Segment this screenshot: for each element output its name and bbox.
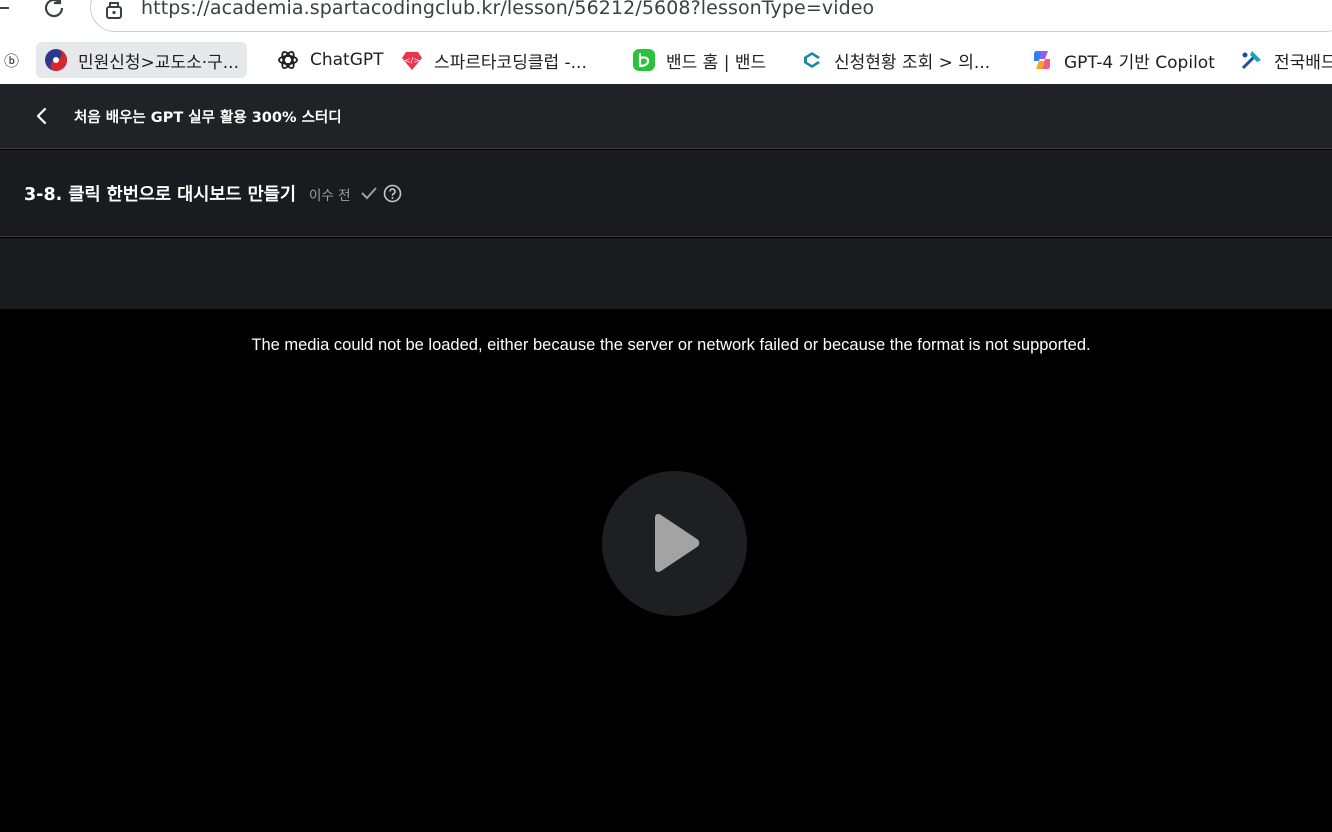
lesson-info-bar: 3-8. 클릭 한번으로 대시보드 만들기 이수 전 (0, 150, 1332, 237)
sparta-icon: </> (400, 48, 424, 72)
copilot-icon (1030, 48, 1054, 72)
gov-emblem-icon (44, 48, 68, 72)
bookmark-label: 신청현황 조회 > 의... (834, 52, 991, 73)
bookmark-request-status[interactable]: 신청현황 조회 > 의... (792, 42, 998, 78)
bookmarks-overflow[interactable]: ⓑ (0, 42, 27, 78)
bookmark-copilot[interactable]: GPT-4 기반 Copilot (1022, 42, 1223, 78)
reload-icon[interactable] (34, 0, 74, 28)
band-icon (632, 48, 656, 72)
bookmark-chatgpt[interactable]: ChatGPT (268, 42, 392, 78)
bookmarks-bar: ⓑ 민원신청>교도소·구... ChatGPT </> 스파르타코딩클럽 -..… (0, 40, 1332, 111)
bookmark-gov[interactable]: 민원신청>교도소·구... (36, 42, 247, 78)
bookmark-label: ChatGPT (310, 50, 384, 70)
bookmark-badminton[interactable]: 전국배드 (1232, 42, 1332, 78)
url-text[interactable]: https://academia.spartacodingclub.kr/les… (141, 0, 874, 19)
play-button[interactable] (602, 471, 747, 616)
back-chevron-icon[interactable] (30, 104, 54, 128)
browser-back-icon[interactable] (0, 0, 20, 28)
bookmark-label: 스파르타코딩클럽 -... (434, 52, 587, 73)
course-header: 처음 배우는 GPT 실무 활용 300% 스터디 (0, 84, 1332, 149)
badminton-icon (1240, 48, 1264, 72)
check-icon (360, 185, 378, 201)
browser-toolbar: https://academia.spartacodingclub.kr/les… (0, 0, 1332, 40)
help-icon[interactable] (383, 184, 402, 203)
browser-chrome: https://academia.spartacodingclub.kr/les… (0, 0, 1332, 111)
openai-icon (276, 48, 300, 72)
bookmark-label: 전국배드 (1274, 52, 1332, 73)
bookmark-label: 민원신청>교도소·구... (78, 52, 239, 73)
site-info-icon[interactable] (104, 0, 124, 20)
media-error-message: The media could not be loaded, either be… (251, 336, 1091, 354)
video-player[interactable]: The media could not be loaded, either be… (0, 309, 1332, 832)
completion-status: 이수 전 (309, 188, 351, 204)
bookmark-band[interactable]: 밴드 홈 | 밴드 (624, 42, 774, 78)
lesson-title: 3-8. 클릭 한번으로 대시보드 만들기 (24, 185, 296, 205)
svg-text:</>: </> (404, 56, 420, 65)
bookmark-label: 밴드 홈 | 밴드 (666, 52, 767, 73)
bookmark-sparta[interactable]: </> 스파르타코딩클럽 -... (392, 42, 595, 78)
apps-icon: ⓑ (4, 51, 20, 70)
request-status-icon (800, 48, 824, 72)
play-icon (654, 513, 699, 572)
bookmark-label: GPT-4 기반 Copilot (1064, 52, 1215, 73)
course-title: 처음 배우는 GPT 실무 활용 300% 스터디 (74, 110, 342, 126)
lesson-toolbar-area (0, 238, 1332, 309)
